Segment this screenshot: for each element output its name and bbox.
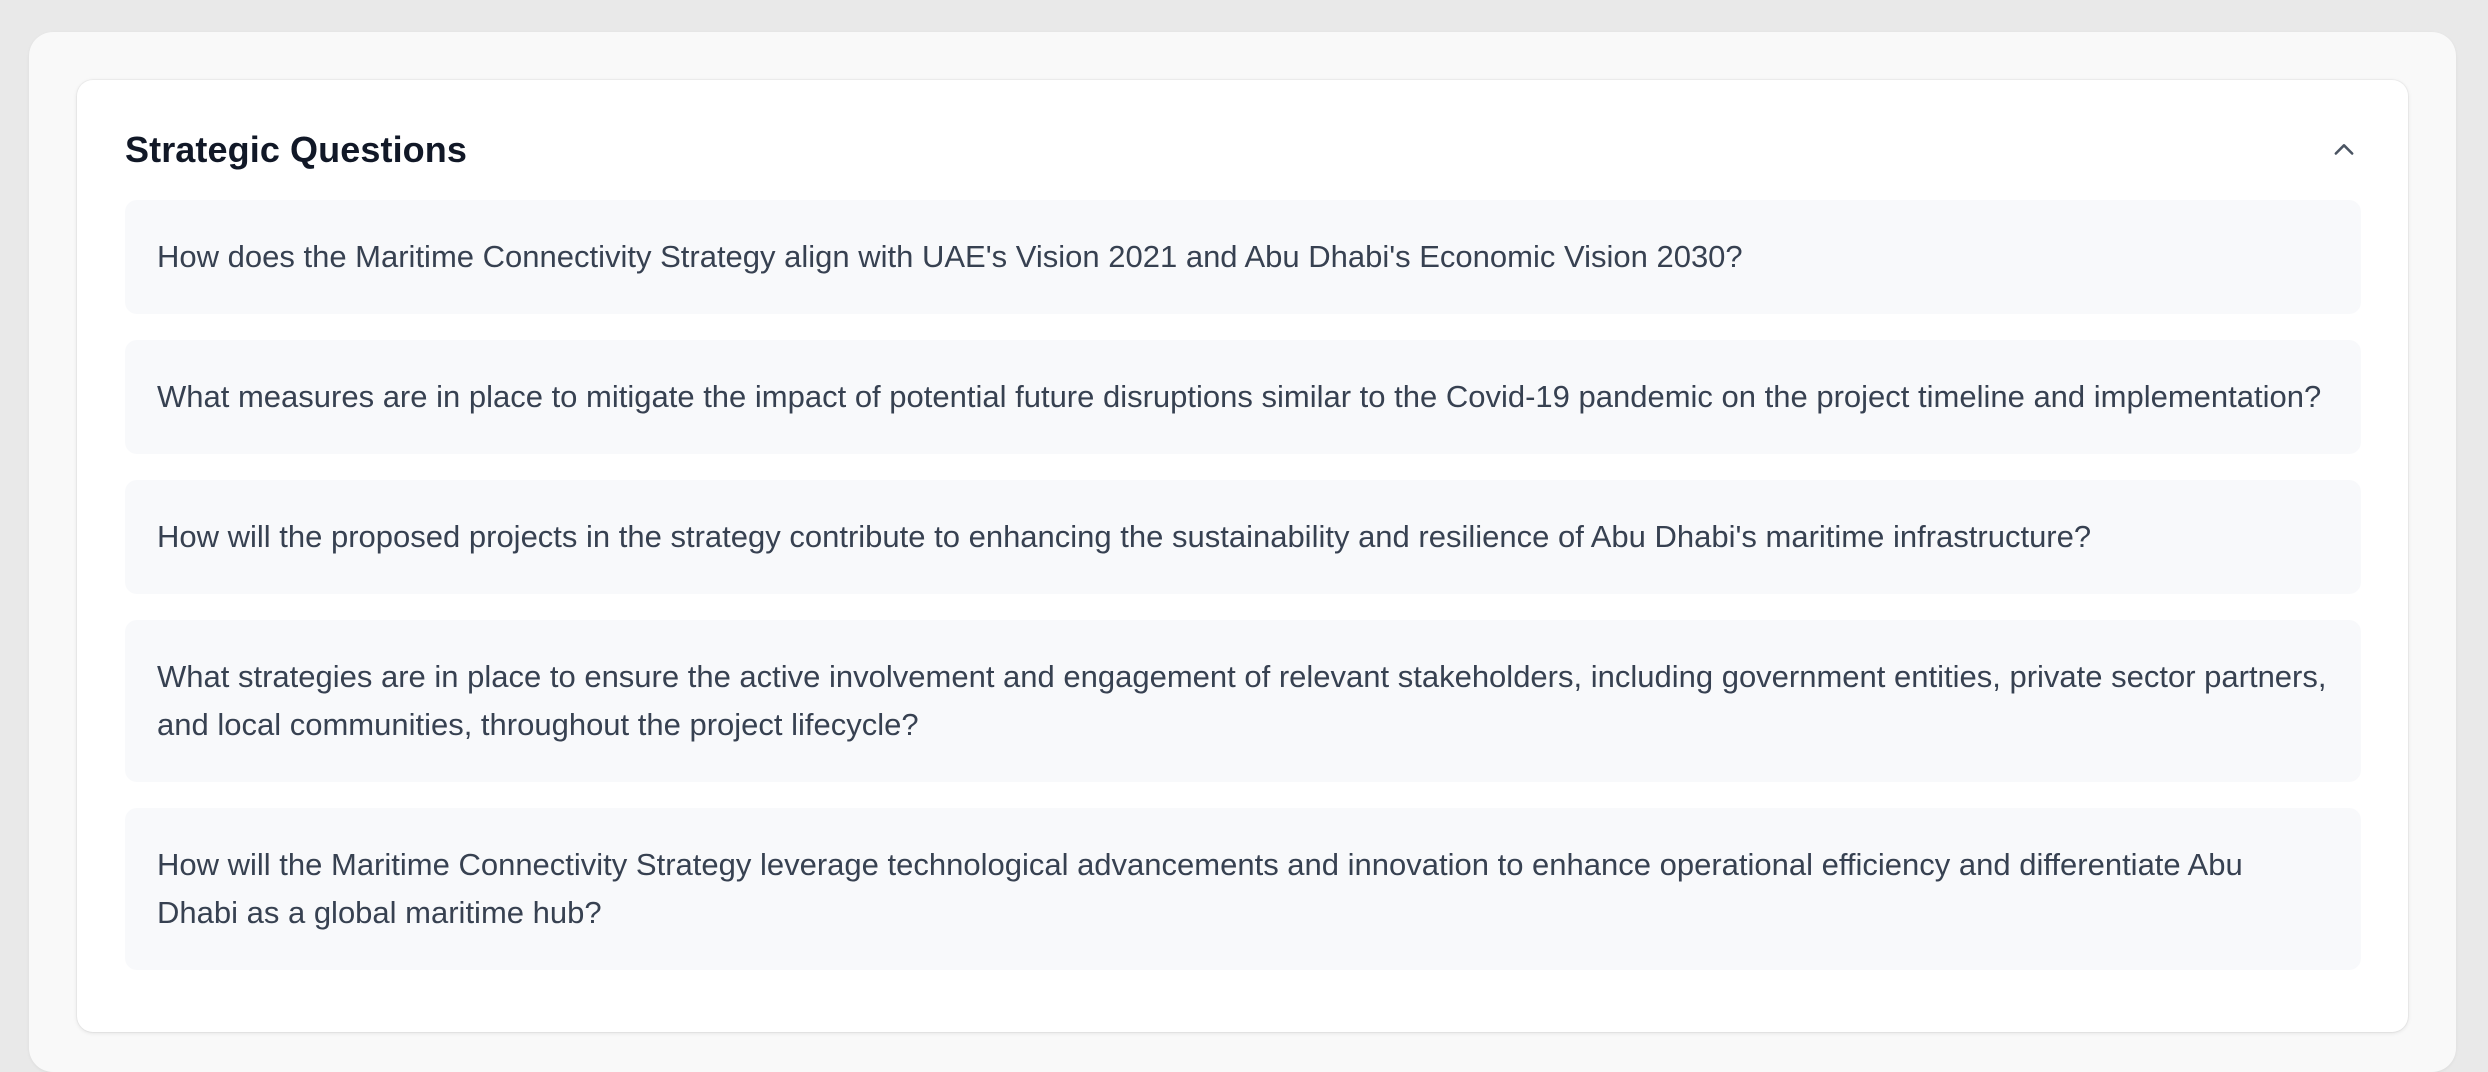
collapse-button[interactable] xyxy=(2320,126,2368,174)
chevron-up-icon xyxy=(2334,144,2354,155)
question-item[interactable]: How will the Maritime Connectivity Strat… xyxy=(125,808,2361,970)
question-item[interactable]: How does the Maritime Connectivity Strat… xyxy=(125,200,2361,314)
strategic-questions-card: Strategic Questions How does the Maritim… xyxy=(77,80,2408,1032)
section-title: Strategic Questions xyxy=(125,129,467,170)
question-list: How does the Maritime Connectivity Strat… xyxy=(125,200,2361,970)
question-item[interactable]: How will the proposed projects in the st… xyxy=(125,480,2361,594)
card-header: Strategic Questions xyxy=(125,120,2360,180)
question-item[interactable]: What strategies are in place to ensure t… xyxy=(125,620,2361,782)
question-item[interactable]: What measures are in place to mitigate t… xyxy=(125,340,2361,454)
outer-panel: Strategic Questions How does the Maritim… xyxy=(29,32,2456,1072)
